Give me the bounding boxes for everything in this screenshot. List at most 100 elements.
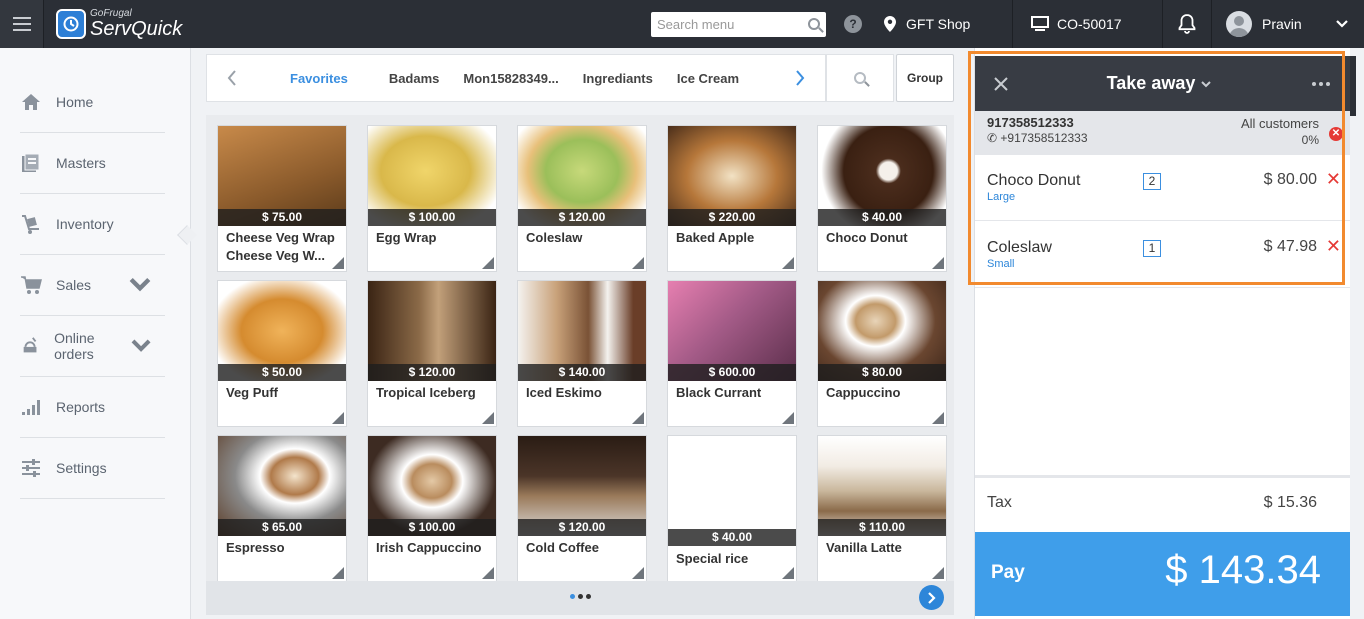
logo-clock-icon [56,9,86,39]
chevron-down-icon[interactable] [131,335,151,357]
chevron-left-icon[interactable] [207,54,257,102]
inventory-icon [22,215,39,234]
product-grid: $ 75.00 Cheese Veg Wrap Cheese Veg W... … [206,115,954,615]
product-price: $ 110.00 [818,519,946,536]
product-card[interactable]: $ 50.00 Veg Puff [217,280,347,427]
tab-badams[interactable]: Badams [389,71,440,86]
user-menu[interactable]: Pravin [1212,0,1364,48]
product-name: Egg Wrap [376,230,437,245]
sidebar-item-label: Inventory [56,216,114,232]
delete-line-icon[interactable]: ✕ [1326,236,1341,257]
close-icon[interactable] [975,76,1027,92]
user-name: Pravin [1262,16,1302,32]
product-price: $ 65.00 [218,519,346,536]
product-name: Black Currant [676,385,762,400]
tax-value: $ 15.36 [1263,494,1317,511]
tab-favorites[interactable]: Favorites [290,71,348,86]
product-card[interactable]: $ 100.00 Egg Wrap [367,125,497,272]
terminal-id: CO-50017 [1057,16,1122,32]
line-item-qty[interactable]: 2 [1143,173,1161,190]
line-item-name: Choco Donut [987,172,1081,189]
bell-icon[interactable] [1162,0,1212,48]
app-logo[interactable]: GoFrugal ServQuick [44,0,214,48]
product-card[interactable]: $ 600.00 Black Currant [667,280,797,427]
help-icon[interactable]: ? [844,15,862,33]
product-card[interactable]: $ 80.00 Cappuccino [817,280,947,427]
tab-ice-cream[interactable]: Ice Cream [677,71,739,86]
scrollbar[interactable] [1350,48,1364,619]
page-dots[interactable] [570,594,591,599]
more-options-icon[interactable] [1291,81,1351,86]
corner-triangle-icon [632,257,644,269]
sidebar-item-label: Sales [56,277,92,293]
product-card[interactable]: $ 100.00 Irish Cappuccino [367,435,497,582]
tab-ingrediants[interactable]: Ingrediants [583,71,653,86]
sidebar-item-masters[interactable]: Masters [20,133,165,194]
product-name: Tropical Iceberg [376,385,476,400]
tab-mon15828349[interactable]: Mon15828349... [463,71,558,86]
customer-phone: +917358512333 [1000,131,1088,145]
corner-triangle-icon [932,567,944,579]
menu-icon[interactable] [0,0,44,48]
chevron-right-icon[interactable] [775,54,825,102]
product-price: $ 75.00 [218,209,346,226]
customer-info[interactable]: 917358512333 ✆ +917358512333 All custome… [975,111,1351,155]
product-name: Veg Puff [226,385,279,400]
sidebar-item-home[interactable]: Home [20,72,165,133]
line-item-qty[interactable]: 1 [1143,240,1161,257]
product-card[interactable]: $ 120.00 Tropical Iceberg [367,280,497,427]
product-image: $ 110.00 [818,436,946,536]
category-search-button[interactable] [826,54,894,102]
product-card[interactable]: $ 140.00 Iced Eskimo [517,280,647,427]
order-header: Take away [975,56,1351,111]
order-total: $ 143.34 [1165,548,1321,592]
chevron-down-icon[interactable] [129,274,151,296]
product-price: $ 600.00 [668,364,796,381]
grid-pager [206,581,954,615]
chevron-down-icon[interactable] [1336,20,1348,28]
product-price: $ 40.00 [668,529,796,546]
corner-triangle-icon [932,412,944,424]
product-image: $ 65.00 [218,436,346,536]
product-card[interactable]: $ 120.00 Coleslaw [517,125,647,272]
order-line[interactable]: Choco Donut Large 2 $ 80.00 ✕ [975,155,1351,221]
sidebar-item-reports[interactable]: Reports [20,377,165,438]
brand-name: ServQuick [90,18,183,40]
product-card[interactable]: $ 40.00 Choco Donut [817,125,947,272]
product-price: $ 120.00 [368,364,496,381]
sidebar-item-label: Settings [56,460,107,476]
search-menu-input[interactable] [657,16,808,32]
product-card[interactable]: $ 110.00 Vanilla Latte [817,435,947,582]
pay-button[interactable]: Pay $ 143.34 [975,532,1351,616]
product-card[interactable]: $ 220.00 Baked Apple [667,125,797,272]
search-icon[interactable] [808,18,820,30]
product-image: $ 100.00 [368,126,496,226]
product-card[interactable]: $ 120.00 Cold Coffee [517,435,647,582]
sidebar-item-online-orders[interactable]: Online orders [20,316,165,377]
masters-icon [22,153,40,172]
terminal-selector[interactable]: CO-50017 [1012,0,1162,48]
group-button[interactable]: Group [896,54,954,102]
product-card[interactable]: $ 75.00 Cheese Veg Wrap Cheese Veg W... [217,125,347,272]
remove-customer-icon[interactable]: ✕ [1329,127,1343,141]
product-name: Cold Coffee [526,540,599,555]
product-image: $ 120.00 [368,281,496,381]
corner-triangle-icon [482,567,494,579]
sidebar-item-inventory[interactable]: Inventory [20,194,165,255]
sidebar-item-settings[interactable]: Settings [20,438,165,499]
sidebar-item-sales[interactable]: Sales [20,255,165,316]
delete-line-icon[interactable]: ✕ [1326,169,1341,190]
next-page-button[interactable] [919,585,944,610]
shop-selector[interactable]: GFT Shop [884,0,1012,48]
search-menu-box[interactable] [651,11,826,37]
monitor-icon [1031,16,1049,31]
line-item-size[interactable]: Large [987,191,1015,203]
order-type-selector[interactable]: Take away [1027,73,1291,94]
product-name: Irish Cappuccino [376,540,482,555]
product-card[interactable]: $ 40.00 Special rice [667,435,797,582]
product-card[interactable]: $ 65.00 Espresso [217,435,347,582]
line-item-size[interactable]: Small [987,258,1015,270]
corner-triangle-icon [932,257,944,269]
sidebar-item-label: Home [56,94,94,110]
order-line[interactable]: Coleslaw Small 1 $ 47.98 ✕ [975,222,1351,288]
